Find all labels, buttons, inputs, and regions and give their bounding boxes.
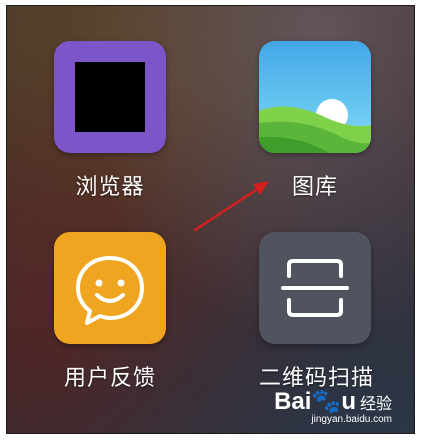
baidu-jingyan-watermark: Bai🐾u 经验 jingyan.baidu.com [274,387,392,425]
home-screen: 浏览器 图库 用户反馈 二维码扫描 Bai🐾u 经验 jingyan.baidu… [6,5,415,434]
paw-icon: 🐾 [311,388,342,415]
red-arrow-icon [193,181,269,232]
watermark-brand: Bai🐾u 经验 [274,388,392,415]
